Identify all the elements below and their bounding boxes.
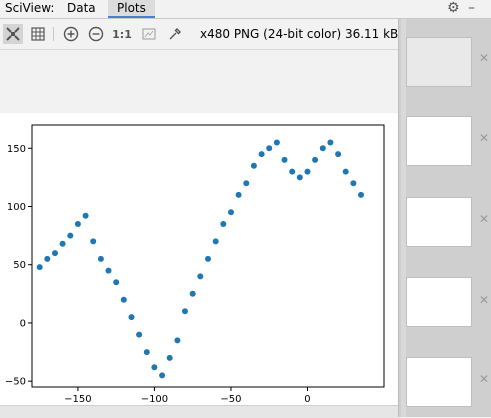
- scatter-point: [335, 151, 342, 158]
- y-tick-label: −50: [5, 377, 26, 388]
- x-ticks: −150 −100 −50 0: [64, 387, 311, 405]
- scatter-marks: [36, 139, 364, 379]
- app-label: SciView:: [5, 1, 55, 15]
- scatter-point: [312, 156, 319, 163]
- tab-bar: SciView: Data Plots ⚙ –: [0, 0, 491, 19]
- toolbar-separator: [53, 27, 54, 41]
- scatter-point: [220, 221, 227, 227]
- close-icon[interactable]: ✕: [479, 131, 489, 145]
- tab-data[interactable]: Data: [58, 0, 105, 18]
- scatter-point: [174, 337, 181, 344]
- scatter-point: [235, 191, 242, 198]
- scatter-point: [296, 174, 303, 181]
- scatter-point: [105, 267, 112, 274]
- scatter-point: [281, 156, 288, 163]
- scatter-point: [136, 331, 143, 338]
- color-picker-icon[interactable]: [165, 24, 185, 44]
- plot-image: −150 −100 −50 0 −50 0 50 100 150: [0, 113, 398, 410]
- scatter-chart: −150 −100 −50 0 −50 0 50 100 150: [5, 124, 385, 405]
- scatter-point: [304, 168, 311, 175]
- zoom-in-icon[interactable]: [61, 24, 81, 44]
- scatter-point: [159, 372, 166, 379]
- scatter-point: [128, 314, 135, 321]
- scatter-point: [289, 168, 296, 175]
- scatter-point: [166, 354, 173, 361]
- x-tick-label: −150: [64, 394, 91, 405]
- scatter-point: [228, 209, 234, 216]
- fit-icon[interactable]: [3, 24, 23, 44]
- thumbnail-strip: ✕ ✕ ✕ ✕ ✕: [398, 19, 491, 417]
- scatter-point: [113, 279, 120, 286]
- y-ticks: −50 0 50 100 150: [5, 144, 32, 388]
- x-tick-label: −100: [141, 394, 168, 405]
- actual-size-icon[interactable]: [139, 24, 159, 44]
- scatter-point: [197, 273, 204, 280]
- scatter-point: [120, 296, 127, 303]
- scatter-point: [189, 290, 196, 297]
- close-icon[interactable]: ✕: [479, 212, 489, 226]
- scatter-point: [36, 264, 43, 271]
- scatter-point: [74, 221, 81, 227]
- plot-thumbnail[interactable]: [406, 197, 472, 247]
- x-tick-label: −50: [220, 394, 241, 405]
- tab-plots[interactable]: Plots: [108, 0, 155, 18]
- scatter-point: [358, 191, 364, 198]
- scatter-point: [250, 162, 257, 169]
- scatter-point: [97, 255, 104, 262]
- scatter-point: [342, 168, 349, 175]
- plot-viewer: −150 −100 −50 0 −50 0 50 100 150: [0, 50, 398, 417]
- scatter-point: [59, 240, 66, 247]
- close-icon[interactable]: ✕: [479, 293, 489, 307]
- scatter-point: [82, 212, 89, 219]
- scatter-point: [350, 180, 357, 187]
- scatter-point: [205, 255, 211, 262]
- scatter-point: [327, 139, 334, 146]
- scatter-point: [243, 180, 250, 187]
- scatter-point: [319, 145, 326, 152]
- scatter-point: [143, 349, 150, 356]
- close-icon[interactable]: ✕: [479, 51, 489, 65]
- status-bar: [0, 405, 398, 418]
- scatter-point: [273, 139, 280, 146]
- scatter-point: [258, 151, 265, 158]
- image-info: x480 PNG (24-bit color) 36.11 kB: [200, 27, 399, 41]
- zoom-out-icon[interactable]: [86, 24, 106, 44]
- y-tick-label: 50: [13, 260, 26, 271]
- gear-icon[interactable]: ⚙: [447, 0, 460, 16]
- y-tick-label: 100: [7, 202, 26, 213]
- plot-thumbnail[interactable]: [406, 357, 472, 407]
- scatter-point: [212, 238, 219, 245]
- actual-size-button[interactable]: 1:1: [112, 24, 132, 44]
- scatter-point: [52, 250, 58, 257]
- y-tick-label: 150: [7, 144, 26, 155]
- minimize-icon[interactable]: –: [468, 0, 475, 16]
- y-tick-label: 0: [20, 318, 26, 329]
- close-icon[interactable]: ✕: [479, 372, 489, 386]
- plot-thumbnail[interactable]: [406, 277, 472, 327]
- scatter-point: [151, 364, 158, 371]
- scatter-point: [182, 308, 188, 315]
- scatter-point: [67, 232, 74, 239]
- plot-thumbnail[interactable]: [406, 116, 472, 166]
- scatter-point: [266, 145, 273, 152]
- x-tick-label: 0: [304, 394, 310, 405]
- grid-icon[interactable]: [28, 24, 48, 44]
- scatter-point: [44, 255, 51, 262]
- scatter-point: [90, 238, 97, 245]
- plot-thumbnail[interactable]: [406, 37, 472, 87]
